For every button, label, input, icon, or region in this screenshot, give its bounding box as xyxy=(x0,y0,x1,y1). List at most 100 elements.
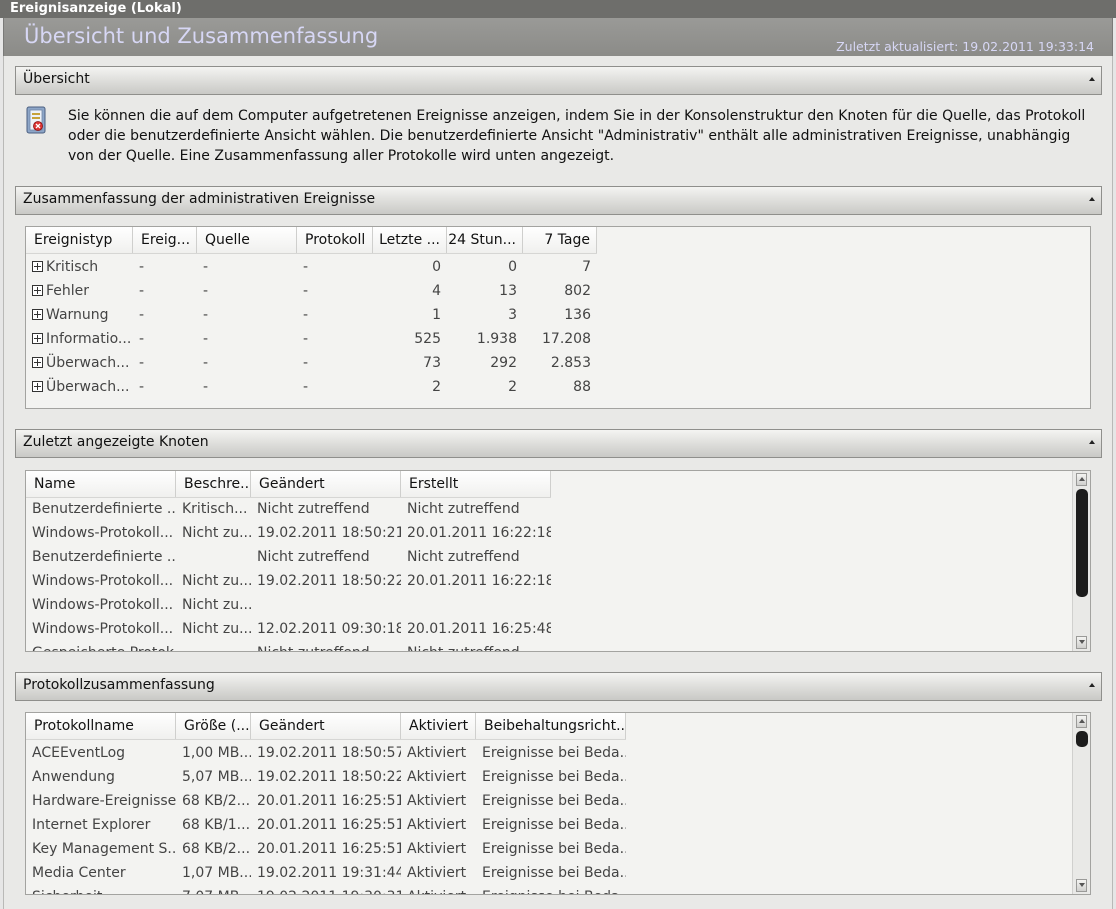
expand-plus-icon[interactable] xyxy=(32,333,43,344)
expand-plus-icon[interactable] xyxy=(32,357,43,368)
table-cell: Ereignisse bei Beda... xyxy=(482,745,626,761)
table-row[interactable]: Benutzerdefinierte ... Kritisch... Nicht z… xyxy=(26,497,551,521)
column-header[interactable]: Quelle xyxy=(197,227,297,253)
column-header[interactable]: Geändert xyxy=(251,471,401,497)
table-cell: 1 xyxy=(432,307,441,323)
column-header[interactable]: Beschre... xyxy=(176,471,251,497)
table-cell: 1.938 xyxy=(476,331,517,347)
section-recent-nodes-header[interactable]: Zuletzt angezeigte Knoten xyxy=(15,429,1102,458)
table-row[interactable]: Überwach... - - -2 2 88 xyxy=(26,375,597,399)
table-cell: ACEEventLog xyxy=(32,745,126,761)
column-header[interactable]: Beibehaltungsricht... xyxy=(476,713,626,739)
scroll-up-icon[interactable] xyxy=(1076,473,1087,486)
cell-text: Überwach... xyxy=(46,379,130,395)
table-cell: - xyxy=(303,379,309,395)
table-cell: Nicht zu... xyxy=(182,525,251,541)
section-admin-summary-header[interactable]: Zusammenfassung der administrativen Erei… xyxy=(15,186,1102,215)
table-row[interactable]: Windows-Protokoll... Nicht zu... 12.02.201… xyxy=(26,617,551,641)
table-row[interactable]: Internet Explorer 68 KB/1... 20.01.2011 16… xyxy=(26,813,626,837)
log-summary-table[interactable]: Protokollname Größe (... Geändert Aktiviert… xyxy=(25,712,1091,895)
column-header[interactable]: Geändert xyxy=(251,713,401,739)
table-row[interactable]: Hardware-Ereignisse 68 KB/2... 20.01.2011 … xyxy=(26,789,626,813)
table-cell: 5,07 MB... xyxy=(182,769,251,785)
overview-text: Sie können die auf dem Computer aufgetre… xyxy=(68,108,1086,164)
table-cell: 19.02.2011 19:31:44 xyxy=(257,865,401,881)
table-cell: Windows-Protokoll... xyxy=(32,597,174,613)
table-cell: Nicht zutreffend xyxy=(407,549,520,565)
event-viewer-icon xyxy=(26,106,46,134)
table-cell: - xyxy=(139,331,145,347)
collapse-arrow-icon[interactable] xyxy=(1089,197,1095,201)
column-header[interactable]: Ereig... xyxy=(133,227,197,253)
column-header[interactable]: Größe (... xyxy=(176,713,251,739)
table-row[interactable]: Benutzerdefinierte ... Nicht zutreffend Ni… xyxy=(26,545,551,569)
column-header[interactable]: Name xyxy=(26,471,176,497)
table-cell: 88 xyxy=(573,379,591,395)
recent-nodes-scrollbar[interactable] xyxy=(1072,471,1090,651)
table-cell: 13 xyxy=(499,283,517,299)
scroll-up-icon[interactable] xyxy=(1076,715,1087,728)
table-cell: Windows-Protokoll... xyxy=(32,525,174,541)
collapse-arrow-icon[interactable] xyxy=(1089,683,1095,687)
table-cell: Ereignisse bei Beda... xyxy=(482,885,626,894)
table-cell: 0 xyxy=(432,259,441,275)
column-header[interactable]: Aktiviert xyxy=(401,713,476,739)
table-cell: Fehler xyxy=(32,279,133,303)
scroll-thumb[interactable] xyxy=(1076,731,1088,747)
table-cell: 2.853 xyxy=(550,355,591,371)
table-cell: Aktiviert xyxy=(407,769,467,785)
table-cell: 19.02.2011 18:50:57 xyxy=(257,745,401,761)
table-cell: - xyxy=(303,307,309,323)
table-row[interactable]: Sicherheit 7,07 MB... 19.02.2011 19:30:31 A… xyxy=(26,885,626,894)
table-row[interactable]: Warnung - - - 1 3 136 xyxy=(26,303,597,327)
table-row[interactable]: Kritisch - - - 0 0 7 xyxy=(26,255,597,279)
column-header[interactable]: Protokoll xyxy=(297,227,373,253)
table-cell: Nicht zutreffend xyxy=(257,641,401,651)
scroll-down-icon[interactable] xyxy=(1076,879,1087,892)
table-cell: Warnung xyxy=(32,303,133,327)
column-header[interactable]: Letzte ... xyxy=(373,227,447,253)
table-cell: Media Center xyxy=(32,865,126,881)
expand-plus-icon[interactable] xyxy=(32,285,43,296)
table-cell: - xyxy=(203,283,209,299)
expand-plus-icon[interactable] xyxy=(32,261,43,272)
table-row[interactable]: Windows-Protokoll... Nicht zu... 19.02.201… xyxy=(26,521,551,545)
column-header[interactable]: 24 Stun... xyxy=(447,227,523,253)
collapse-arrow-icon[interactable] xyxy=(1089,77,1095,81)
expand-plus-icon[interactable] xyxy=(32,309,43,320)
scroll-down-icon[interactable] xyxy=(1076,636,1087,649)
table-cell: - xyxy=(139,355,145,371)
table-cell: - xyxy=(303,259,309,275)
table-row[interactable]: Informatio... - - -525 1.938 17.208 xyxy=(26,327,597,351)
table-cell: 19.02.2011 19:30:31 xyxy=(257,885,401,894)
column-header[interactable]: Protokollname xyxy=(26,713,176,739)
section-log-summary-header[interactable]: Protokollzusammenfassung xyxy=(15,672,1102,701)
section-recent-nodes-title: Zuletzt angezeigte Knoten xyxy=(23,434,209,450)
cell-text: Informatio... xyxy=(46,331,132,347)
column-header[interactable]: Erstellt xyxy=(401,471,551,497)
table-cell: - xyxy=(139,259,145,275)
table-cell: - xyxy=(303,331,309,347)
table-row[interactable]: Fehler - - - 4 13 802 xyxy=(26,279,597,303)
table-row[interactable]: Überwach... - - -73 292 2.853 xyxy=(26,351,597,375)
table-cell: 4 xyxy=(432,283,441,299)
log-summary-scrollbar[interactable] xyxy=(1072,713,1090,894)
table-row[interactable]: Windows-Protokoll... Nicht zu... 19.02.201… xyxy=(26,569,551,593)
expand-plus-icon[interactable] xyxy=(32,381,43,392)
table-cell: 136 xyxy=(564,307,591,323)
table-row[interactable]: ACEEventLog 1,00 MB... 19.02.2011 18:50:57… xyxy=(26,741,626,765)
table-cell: Internet Explorer xyxy=(32,817,151,833)
table-row[interactable]: Gespeicherte Protok... Nicht zutreffend Ni… xyxy=(26,641,551,651)
column-header[interactable]: Ereignistyp xyxy=(26,227,133,253)
column-header[interactable]: 7 Tage xyxy=(523,227,597,253)
recent-nodes-table[interactable]: Name Beschre... Geändert Erstellt Benutzerde… xyxy=(25,470,1091,652)
collapse-arrow-icon[interactable] xyxy=(1089,440,1095,444)
table-row[interactable]: Windows-Protokoll... Nicht zu... xyxy=(26,593,551,617)
table-row[interactable]: Anwendung 5,07 MB... 19.02.2011 18:50:22 Ak… xyxy=(26,765,626,789)
admin-summary-table[interactable]: Ereignistyp Ereig... Quelle Protokoll Letzte… xyxy=(25,226,1091,409)
section-overview-header[interactable]: Übersicht xyxy=(15,66,1102,95)
scroll-thumb[interactable] xyxy=(1076,489,1088,597)
table-row[interactable]: Key Management S... 68 KB/2... 20.01.2011 … xyxy=(26,837,626,861)
table-row[interactable]: Media Center 1,07 MB... 19.02.2011 19:31:4… xyxy=(26,861,626,885)
table-cell: 20.01.2011 16:25:51 xyxy=(257,793,401,809)
